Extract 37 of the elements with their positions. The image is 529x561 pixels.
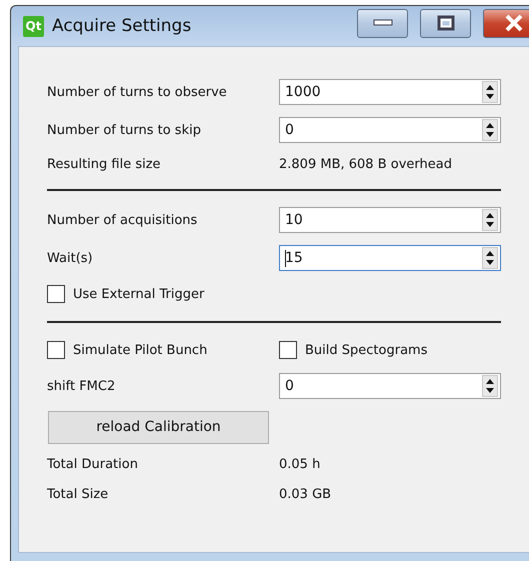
checkbox-label[interactable]: Build Spectograms — [305, 342, 428, 358]
info-label: Total Size — [47, 486, 110, 502]
text-caret — [285, 250, 286, 266]
checkbox[interactable] — [47, 285, 65, 303]
spin-box[interactable]: 0 — [279, 117, 501, 143]
minimize-button[interactable] — [357, 8, 408, 38]
info-value: 0.03 GB — [279, 486, 332, 502]
maximize-icon — [436, 15, 454, 31]
window-title: Acquire Settings — [52, 16, 192, 36]
spin-arrows-icon[interactable] — [482, 81, 498, 103]
checkbox[interactable] — [279, 341, 297, 359]
spin-box[interactable]: 10 — [279, 207, 501, 233]
checkbox-label[interactable]: Use External Trigger — [73, 286, 204, 302]
info-label: Resulting file size — [47, 156, 162, 172]
spin-arrows-icon[interactable] — [482, 375, 498, 397]
spin-arrows-icon[interactable] — [482, 119, 498, 141]
checkbox-label[interactable]: Simulate Pilot Bunch — [73, 342, 208, 358]
spin-box[interactable]: 0 — [279, 373, 501, 399]
field-label: shift FMC2 — [47, 378, 116, 394]
reload-button[interactable]: reload Calibration — [48, 410, 269, 444]
info-label: Total Duration — [47, 456, 139, 472]
info-value: 0.05 h — [279, 456, 322, 472]
spin-arrows-icon[interactable] — [482, 247, 498, 269]
close-button[interactable] — [483, 8, 529, 38]
close-icon — [503, 14, 525, 32]
info-value: 2.809 MB, 608 B overhead — [279, 156, 453, 172]
spin-box[interactable]: 15 — [279, 245, 501, 271]
checkbox[interactable] — [47, 341, 65, 359]
field-label: Number of turns to skip — [47, 122, 202, 138]
field-label: Number of acquisitions — [47, 212, 198, 228]
maximize-button[interactable] — [420, 8, 471, 38]
minimize-icon — [372, 19, 392, 27]
spin-box[interactable]: 1000 — [279, 79, 501, 105]
spin-arrows-icon[interactable] — [482, 209, 498, 231]
app-logo: Qt — [23, 16, 44, 36]
field-label: Wait(s) — [47, 250, 94, 266]
field-label: Number of turns to observe — [47, 84, 228, 100]
